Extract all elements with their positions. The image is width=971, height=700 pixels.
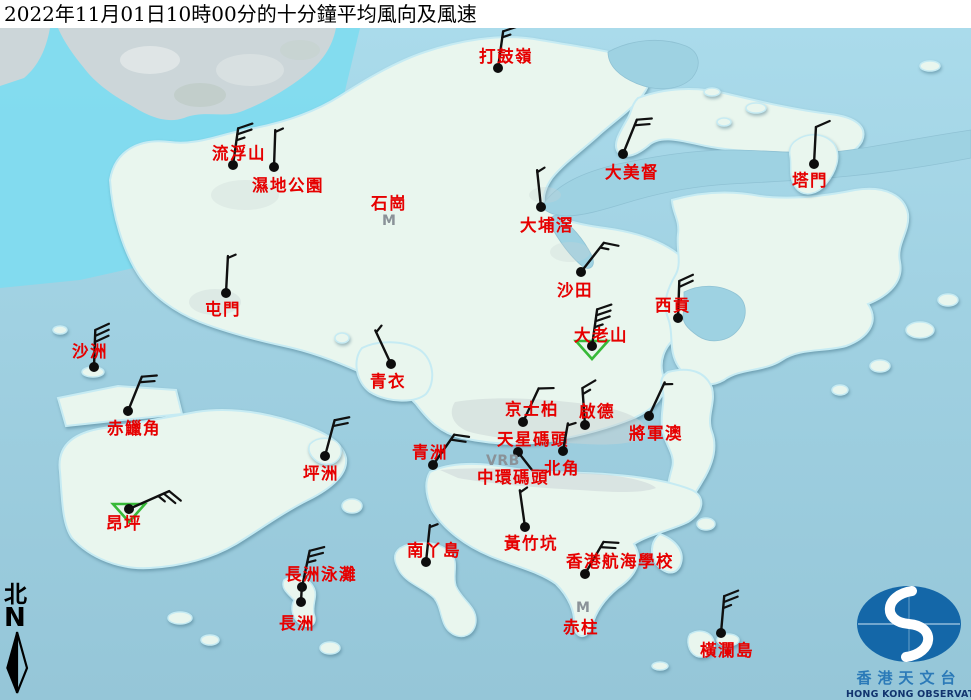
map-stage: 打鼓嶺流浮山濕地公園M石崗大埔滘大美督塔門沙田西貢大老山沙洲屯門赤鱲角青衣坪洲青… xyxy=(0,0,971,700)
station-dot xyxy=(123,406,133,416)
station-label: 橫瀾島 xyxy=(700,640,754,660)
urban-area xyxy=(529,187,561,203)
station-label: 打鼓嶺 xyxy=(479,46,533,66)
station-label: 濕地公園 xyxy=(252,175,324,195)
station-dot xyxy=(269,162,279,172)
station-label: 石崗 xyxy=(370,194,407,213)
island-shape xyxy=(342,499,362,513)
hko-logo: 香港天文台 HONG KONG OBSERVATORY xyxy=(846,582,971,700)
station-label: 長洲泳灘 xyxy=(285,564,357,584)
station-label: 南丫島 xyxy=(407,540,461,560)
urban-area xyxy=(550,242,590,262)
station-dot xyxy=(320,451,330,461)
island-shape xyxy=(920,61,940,71)
island-shape xyxy=(320,642,340,654)
wind-barb-full xyxy=(142,376,157,377)
station-label: 赤鱲角 xyxy=(107,418,161,438)
compass-north: 北 N xyxy=(4,582,38,695)
wind-barb-full xyxy=(637,119,652,120)
station-label: 屯門 xyxy=(205,299,241,319)
island-shape xyxy=(832,385,848,395)
station-label: 黃竹坑 xyxy=(503,533,558,553)
island-shape xyxy=(697,518,715,530)
urban-area xyxy=(174,83,226,107)
island-shape xyxy=(717,118,731,126)
station-dot xyxy=(221,288,231,298)
station-dot xyxy=(386,359,396,369)
wind-barb-staff xyxy=(274,130,275,167)
urban-area xyxy=(280,40,320,60)
station-label: 昂坪 xyxy=(106,514,142,533)
station-dot xyxy=(576,267,586,277)
station-dot xyxy=(89,362,99,372)
island-shape xyxy=(938,294,958,306)
station-label: 坪洲 xyxy=(303,464,339,483)
map-title: 2022年11月01日10時00分的十分鐘平均風向及風速 xyxy=(0,0,971,28)
map-canvas: 打鼓嶺流浮山濕地公園M石崗大埔滘大美督塔門沙田西貢大老山沙洲屯門赤鱲角青衣坪洲青… xyxy=(0,0,971,700)
station-dot xyxy=(618,149,628,159)
station-label: 赤柱 xyxy=(563,617,599,637)
station-label: 將軍澳 xyxy=(629,423,683,443)
station-label: 西貢 xyxy=(655,296,691,315)
station-label: 青衣 xyxy=(370,371,406,391)
station-label: 沙洲 xyxy=(72,342,108,361)
island-shape xyxy=(746,103,766,113)
island-shape xyxy=(201,635,219,645)
hko-logo-name-zh: 香港天文台 xyxy=(846,667,971,688)
island-shape xyxy=(652,662,668,670)
station-label: 塔門 xyxy=(792,170,828,190)
station-label: 大老山 xyxy=(574,325,628,345)
station-label: 長洲 xyxy=(279,614,315,633)
station-label: 流浮山 xyxy=(212,143,266,163)
station-label: 北角 xyxy=(544,458,580,478)
station-code: VRB xyxy=(486,453,520,469)
urban-area xyxy=(216,54,284,86)
station-dot xyxy=(716,628,726,638)
station-dot xyxy=(558,446,568,456)
island-shape xyxy=(335,333,349,343)
island-shape xyxy=(168,612,192,624)
compass-north-letter: N xyxy=(4,605,38,631)
hko-logo-name-en: HONG KONG OBSERVATORY xyxy=(846,689,971,700)
wind-barb-full xyxy=(635,124,650,125)
station-label: 沙田 xyxy=(557,281,593,300)
station-label: 大埔滘 xyxy=(520,215,574,235)
station-dot xyxy=(580,420,590,430)
station-label: 香港航海學校 xyxy=(566,551,674,571)
hko-logo-icon xyxy=(851,582,967,666)
station-label: 中環碼頭 xyxy=(477,467,549,487)
urban-area xyxy=(120,46,180,74)
station-dot xyxy=(296,597,306,607)
wind-barb-full xyxy=(140,381,155,382)
station-label: 青洲 xyxy=(412,442,448,462)
station-dot xyxy=(520,522,530,532)
station-dot xyxy=(809,159,819,169)
island-shape xyxy=(704,88,720,96)
wind-barb-full xyxy=(604,542,619,543)
station-label: 大美督 xyxy=(605,162,659,182)
station-label: 天星碼頭 xyxy=(497,430,569,449)
station-dot xyxy=(644,411,654,421)
station-label: 啟德 xyxy=(579,401,615,421)
north-arrow-icon xyxy=(4,631,30,695)
station-label: 京士柏 xyxy=(505,399,559,419)
station-dot xyxy=(124,504,134,514)
station-code: M xyxy=(576,600,590,616)
station-dot xyxy=(536,202,546,212)
station-code: M xyxy=(382,213,396,229)
island-shape xyxy=(53,326,67,334)
island-shape xyxy=(906,322,934,338)
island-shape xyxy=(870,360,890,372)
wind-barb-full xyxy=(601,547,616,548)
